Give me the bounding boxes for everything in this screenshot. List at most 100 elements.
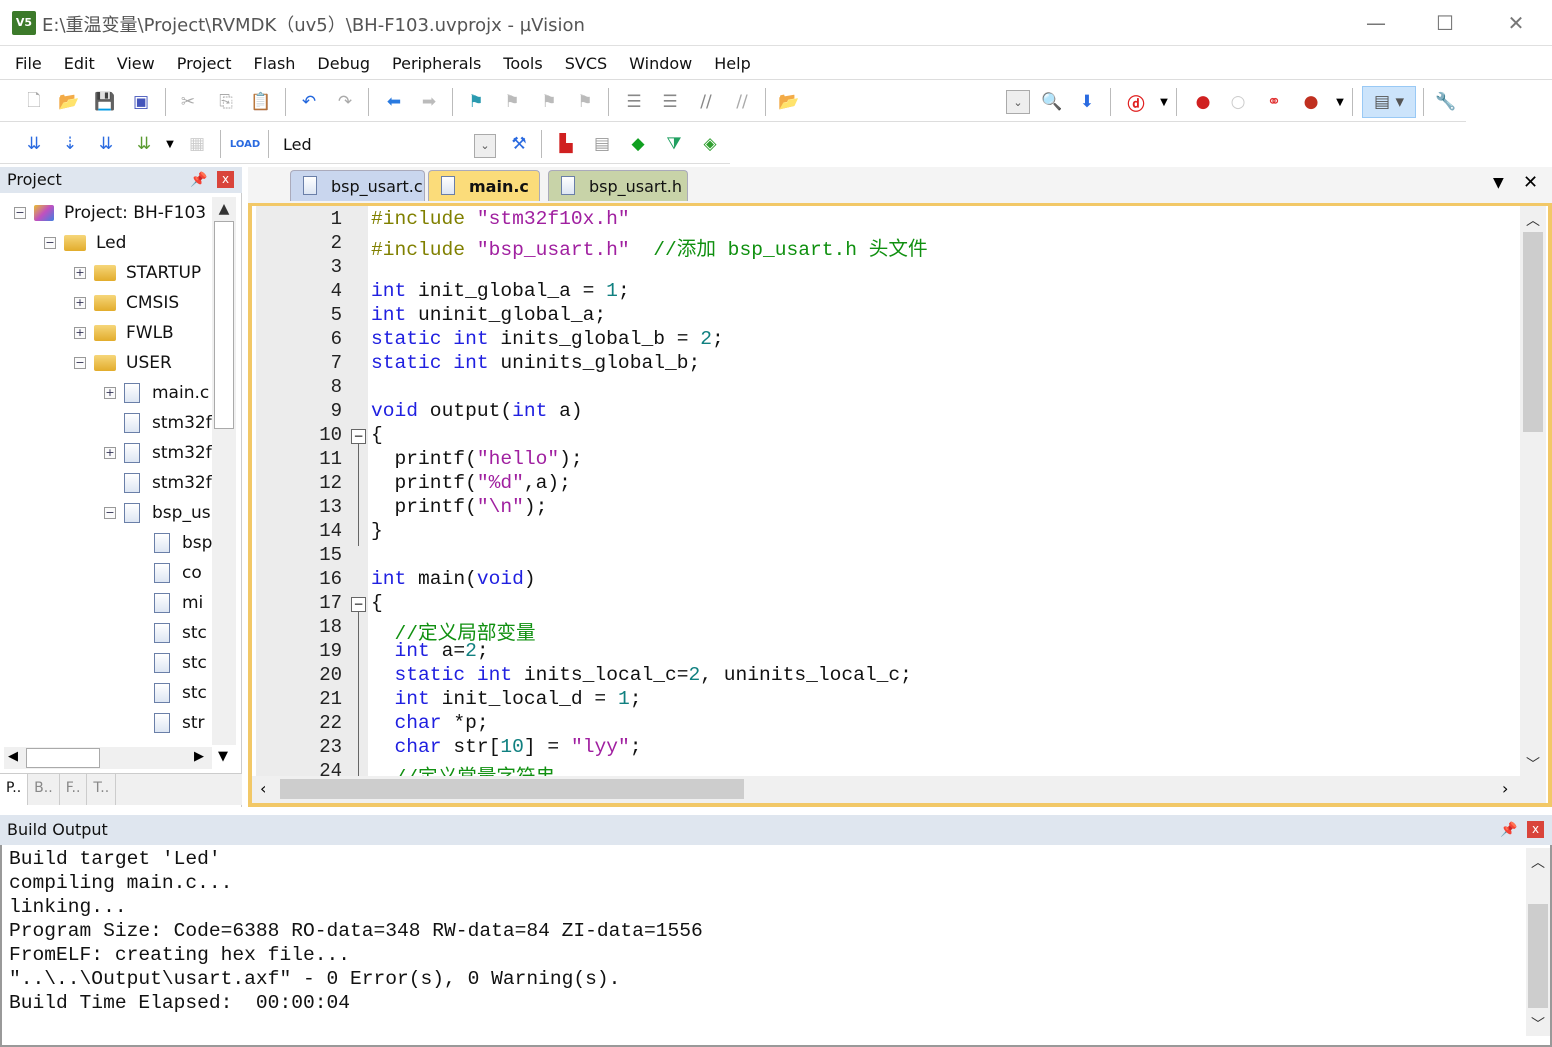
code-line[interactable]: static int inits_local_c=2, uninits_loca… [371, 664, 912, 686]
manage-project-items-icon[interactable]: ▙ [554, 132, 578, 156]
pin-icon[interactable]: 📌 [190, 167, 207, 193]
find-in-files-icon[interactable]: 📂 [777, 90, 801, 114]
copy-icon[interactable]: ⎘ [214, 90, 238, 114]
enable-breakpoint-icon[interactable]: ○ [1226, 90, 1250, 114]
code-line[interactable]: int uninit_global_a; [371, 304, 606, 326]
code-line[interactable]: { [371, 424, 383, 446]
tree-item[interactable]: − Led [44, 229, 126, 257]
tree-item[interactable]: stc [134, 679, 207, 707]
project-tab[interactable]: P.. [0, 774, 29, 805]
incremental-find-icon[interactable]: ⬇ [1075, 90, 1099, 114]
close-document-icon[interactable]: ✕ [1523, 172, 1538, 193]
pin-icon[interactable]: 📌 [1500, 815, 1517, 845]
build-icon[interactable]: ⇣ [58, 132, 82, 156]
rebuild-icon[interactable]: ⇊ [94, 132, 118, 156]
select-packs-icon[interactable]: ▤ [590, 132, 614, 156]
disable-all-breakpoints-icon[interactable]: ⚭ [1262, 90, 1286, 114]
tree-item[interactable]: stm32f [104, 409, 212, 437]
breakpoint-dropdown-icon[interactable]: ▼ [1328, 90, 1352, 114]
tree-item[interactable]: mi [134, 589, 203, 617]
menu-file[interactable]: File [4, 47, 53, 79]
menu-view[interactable]: View [106, 47, 166, 79]
expand-icon[interactable]: + [104, 447, 116, 459]
navigate-forward-icon[interactable]: ➡ [417, 90, 441, 114]
collapse-icon[interactable]: − [74, 357, 86, 369]
menu-debug[interactable]: Debug [306, 47, 381, 79]
tab-list-dropdown-icon[interactable]: ▼ [1493, 175, 1504, 191]
tree-item[interactable]: bsp [134, 529, 212, 557]
templates-tab[interactable]: T.. [87, 774, 117, 805]
find-icon[interactable]: 🔍 [1040, 90, 1064, 114]
batch-build-icon[interactable]: ⇊ [132, 132, 156, 156]
indent-icon[interactable]: ☰ [622, 90, 646, 114]
target-select[interactable]: Led [275, 131, 497, 159]
tree-item[interactable]: + main.c [104, 379, 209, 407]
tree-item[interactable]: − USER [74, 349, 172, 377]
batch-dropdown-icon[interactable]: ▼ [158, 132, 182, 156]
code-line[interactable]: #include "stm32f10x.h" [371, 208, 630, 230]
save-icon[interactable]: 💾 [93, 90, 117, 114]
kill-all-breakpoints-icon[interactable]: ● [1299, 90, 1323, 114]
code-line[interactable]: char str[10] = "lyy"; [371, 736, 642, 758]
close-button[interactable]: ✕ [1493, 8, 1539, 38]
tree-item[interactable]: − bsp_us [104, 499, 211, 527]
prev-bookmark-icon[interactable]: ⚑ [500, 90, 524, 114]
menu-project[interactable]: Project [166, 47, 243, 79]
code-area[interactable]: 1 #include "stm32f10x.h" 2 #include "bsp_us… [252, 206, 1520, 776]
close-panel-icon[interactable]: x [1527, 821, 1544, 838]
open-icon[interactable]: 📂 [57, 90, 81, 114]
collapse-icon[interactable]: − [14, 207, 26, 219]
code-line[interactable]: int main(void) [371, 568, 536, 590]
tab-bsp-usart-c[interactable]: bsp_usart.c [290, 170, 425, 201]
books-tab[interactable]: B.. [28, 774, 60, 805]
project-horizontal-scrollbar[interactable]: ◀ ▶ ▼ [4, 747, 228, 769]
comment-icon[interactable]: // [694, 90, 718, 114]
manage-rte-icon[interactable]: ◆ [626, 132, 650, 156]
fold-collapse-icon[interactable]: − [351, 429, 366, 444]
tab-bsp-usart-h[interactable]: bsp_usart.h [548, 170, 688, 201]
expand-icon[interactable]: + [104, 387, 116, 399]
code-line[interactable]: void output(int a) [371, 400, 583, 422]
paste-icon[interactable]: 📋 [249, 90, 273, 114]
code-line[interactable]: int init_local_d = 1; [371, 688, 642, 710]
configure-icon[interactable]: 🔧 [1434, 90, 1458, 114]
collapse-icon[interactable]: − [104, 507, 116, 519]
tab-main-c[interactable]: main.c [428, 170, 540, 201]
code-line[interactable]: char *p; [371, 712, 489, 734]
undo-icon[interactable]: ↶ [297, 90, 321, 114]
tree-item[interactable]: + CMSIS [74, 289, 179, 317]
editor-horizontal-scrollbar[interactable]: ‹ › [252, 776, 1546, 803]
software-packs-icon[interactable]: ◈ [698, 132, 722, 156]
expand-icon[interactable]: + [74, 297, 86, 309]
menu-edit[interactable]: Edit [53, 47, 106, 79]
tree-item[interactable]: − Project: BH-F103 [14, 199, 206, 227]
debug-session-icon[interactable]: ⓓ [1124, 90, 1148, 115]
code-line[interactable]: } [371, 520, 383, 542]
target-dropdown-arrow[interactable]: ⌄ [474, 134, 496, 158]
editor-vertical-scrollbar[interactable]: ︿ ﹀ [1520, 206, 1546, 776]
menu-peripherals[interactable]: Peripherals [381, 47, 492, 79]
tree-item[interactable]: stc [134, 619, 207, 647]
expand-icon[interactable]: + [74, 327, 86, 339]
tree-item[interactable]: + STARTUP [74, 259, 201, 287]
menu-svcs[interactable]: SVCS [554, 47, 618, 79]
pack-installer-icon[interactable]: ⧩ [662, 132, 686, 156]
navigate-back-icon[interactable]: ⬅ [382, 90, 406, 114]
functions-tab[interactable]: F.. [60, 774, 88, 805]
project-vertical-scrollbar[interactable]: ▲ [212, 197, 236, 745]
bookmark-icon[interactable]: ⚑ [464, 90, 488, 114]
code-line[interactable]: #include "bsp_usart.h" //添加 bsp_usart.h … [371, 232, 928, 261]
fold-collapse-icon[interactable]: − [351, 597, 366, 612]
code-line[interactable]: //定义常量字符串 [371, 760, 556, 776]
translate-icon[interactable]: ⇊ [22, 132, 46, 156]
download-load-icon[interactable]: LOAD [230, 132, 260, 156]
tree-item[interactable]: + FWLB [74, 319, 174, 347]
save-all-icon[interactable]: ▣ [129, 90, 153, 114]
stop-build-icon[interactable]: ▦ [185, 132, 209, 156]
tree-item[interactable]: str [134, 709, 205, 737]
expand-icon[interactable]: + [74, 267, 86, 279]
code-line[interactable]: printf("%d",a); [371, 472, 571, 494]
tree-item[interactable]: stc [134, 649, 207, 677]
menu-window[interactable]: Window [618, 47, 703, 79]
new-file-icon[interactable]: 🗋 [22, 90, 46, 114]
